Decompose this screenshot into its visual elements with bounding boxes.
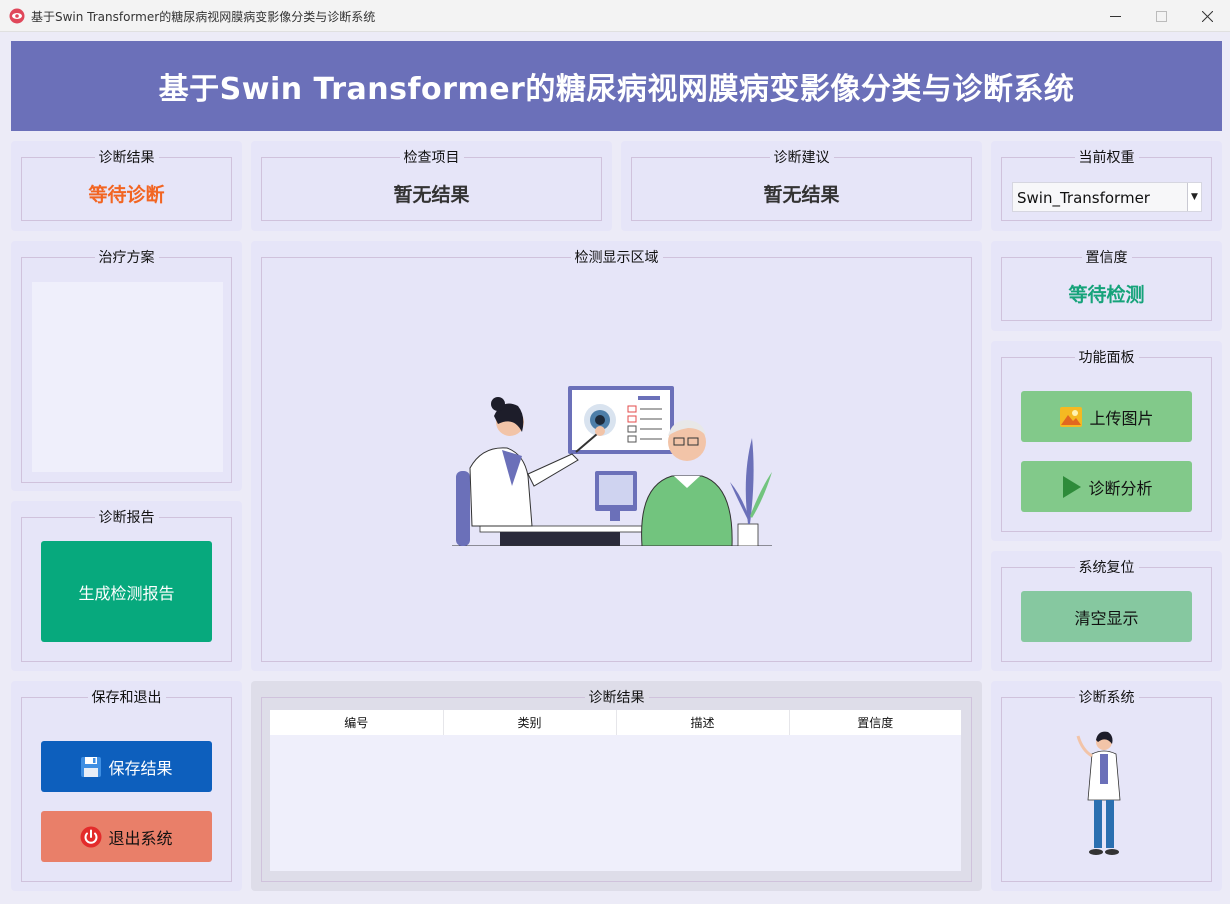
minimize-icon [1109, 15, 1121, 17]
exit-system-label: 退出系统 [108, 828, 173, 848]
treatment-group: 治疗方案 [21, 249, 232, 483]
weights-select-value: Swin_Transformer [1017, 189, 1150, 207]
confidence-group: 置信度 等待检测 [1001, 249, 1212, 321]
clear-display-button[interactable]: 清空显示 [1021, 591, 1192, 642]
diagnosis-result-title: 诊断结果 [94, 149, 159, 167]
header-banner: 基于Swin Transformer的糖尿病视网膜病变影像分类与诊断系统 [11, 41, 1222, 131]
display-title: 检测显示区域 [570, 249, 663, 267]
results-table-panel: 诊断结果 编号 类别 描述 置信度 [251, 681, 982, 891]
advice-title: 诊断建议 [769, 149, 834, 167]
column-header-id[interactable]: 编号 [270, 710, 444, 735]
save-icon [80, 756, 102, 778]
save-result-label: 保存结果 [108, 758, 173, 778]
exit-system-button[interactable]: 退出系统 [41, 811, 212, 862]
report-panel: 诊断报告 生成检测报告 [11, 501, 242, 671]
reset-title: 系统复位 [1074, 559, 1139, 577]
treatment-title: 治疗方案 [94, 249, 159, 267]
exam-item-value: 暂无结果 [393, 184, 470, 206]
results-table-header: 编号 类别 描述 置信度 [270, 710, 961, 735]
confidence-title: 置信度 [1081, 249, 1132, 267]
functions-group: 功能面板 上传图片 诊断分析 [1001, 349, 1212, 532]
treatment-panel: 治疗方案 [11, 241, 242, 491]
display-panel: 检测显示区域 [251, 241, 982, 671]
column-header-category[interactable]: 类别 [443, 710, 617, 735]
column-header-description[interactable]: 描述 [616, 710, 790, 735]
reset-group: 系统复位 清空显示 [1001, 559, 1212, 662]
results-table-title: 诊断结果 [584, 689, 649, 707]
play-icon [1060, 475, 1082, 499]
diagnosis-result-panel: 诊断结果 等待诊断 [11, 141, 242, 231]
save-exit-title: 保存和退出 [87, 689, 166, 707]
exam-item-title: 检查项目 [399, 149, 464, 167]
confidence-value: 等待检测 [1068, 284, 1145, 306]
doctor-illustration [1076, 731, 1121, 855]
system-title: 诊断系统 [1074, 689, 1139, 707]
save-result-button[interactable]: 保存结果 [41, 741, 212, 792]
functions-panel: 功能面板 上传图片 诊断分析 [991, 341, 1222, 541]
upload-image-button[interactable]: 上传图片 [1021, 391, 1192, 442]
exam-item-panel: 检查项目 暂无结果 [251, 141, 612, 231]
window-title: 基于Swin Transformer的糖尿病视网膜病变影像分类与诊断系统 [31, 10, 376, 24]
report-group: 诊断报告 生成检测报告 [21, 509, 232, 662]
diagnosis-result-value: 等待诊断 [88, 184, 165, 206]
weights-group: 当前权重 Swin_Transformer ▼ [1001, 149, 1212, 221]
system-panel: 诊断系统 [991, 681, 1222, 891]
reset-panel: 系统复位 清空显示 [991, 551, 1222, 671]
close-icon [1201, 10, 1213, 22]
save-exit-panel: 保存和退出 保存结果 退出系统 [11, 681, 242, 891]
generate-report-label: 生成检测报告 [78, 583, 175, 603]
weights-title: 当前权重 [1074, 149, 1139, 167]
close-button[interactable] [1184, 0, 1230, 32]
chevron-down-icon[interactable]: ▼ [1187, 183, 1201, 211]
confidence-panel: 置信度 等待检测 [991, 241, 1222, 331]
treatment-textbox[interactable] [32, 282, 223, 472]
column-header-confidence[interactable]: 置信度 [789, 710, 961, 735]
diagnosis-result-group: 诊断结果 等待诊断 [21, 149, 232, 221]
weights-panel: 当前权重 Swin_Transformer ▼ [991, 141, 1222, 231]
report-title: 诊断报告 [94, 509, 159, 527]
exam-item-group: 检查项目 暂无结果 [261, 149, 602, 221]
functions-title: 功能面板 [1074, 349, 1139, 367]
power-icon [80, 826, 102, 848]
clear-display-label: 清空显示 [1074, 608, 1139, 628]
generate-report-button[interactable]: 生成检测报告 [41, 541, 212, 642]
maximize-button[interactable] [1138, 0, 1184, 32]
advice-value: 暂无结果 [763, 184, 840, 206]
upload-image-label: 上传图片 [1089, 408, 1154, 428]
diagnose-button[interactable]: 诊断分析 [1021, 461, 1192, 512]
display-group: 检测显示区域 [261, 249, 972, 662]
save-exit-group: 保存和退出 保存结果 退出系统 [21, 689, 232, 882]
maximize-icon [1155, 10, 1167, 22]
results-table: 编号 类别 描述 置信度 [270, 710, 961, 735]
results-table-body[interactable] [270, 735, 961, 871]
advice-panel: 诊断建议 暂无结果 [621, 141, 982, 231]
minimize-button[interactable] [1092, 0, 1138, 32]
weights-select[interactable]: Swin_Transformer ▼ [1012, 182, 1202, 212]
window-titlebar: 基于Swin Transformer的糖尿病视网膜病变影像分类与诊断系统 [0, 0, 1230, 32]
page-title: 基于Swin Transformer的糖尿病视网膜病变影像分类与诊断系统 [158, 72, 1075, 107]
eye-app-icon [9, 8, 25, 24]
advice-group: 诊断建议 暂无结果 [631, 149, 972, 221]
system-group: 诊断系统 [1001, 689, 1212, 882]
image-icon [1059, 406, 1083, 428]
diagnose-label: 诊断分析 [1088, 478, 1153, 498]
doctor-patient-illustration [452, 386, 772, 546]
